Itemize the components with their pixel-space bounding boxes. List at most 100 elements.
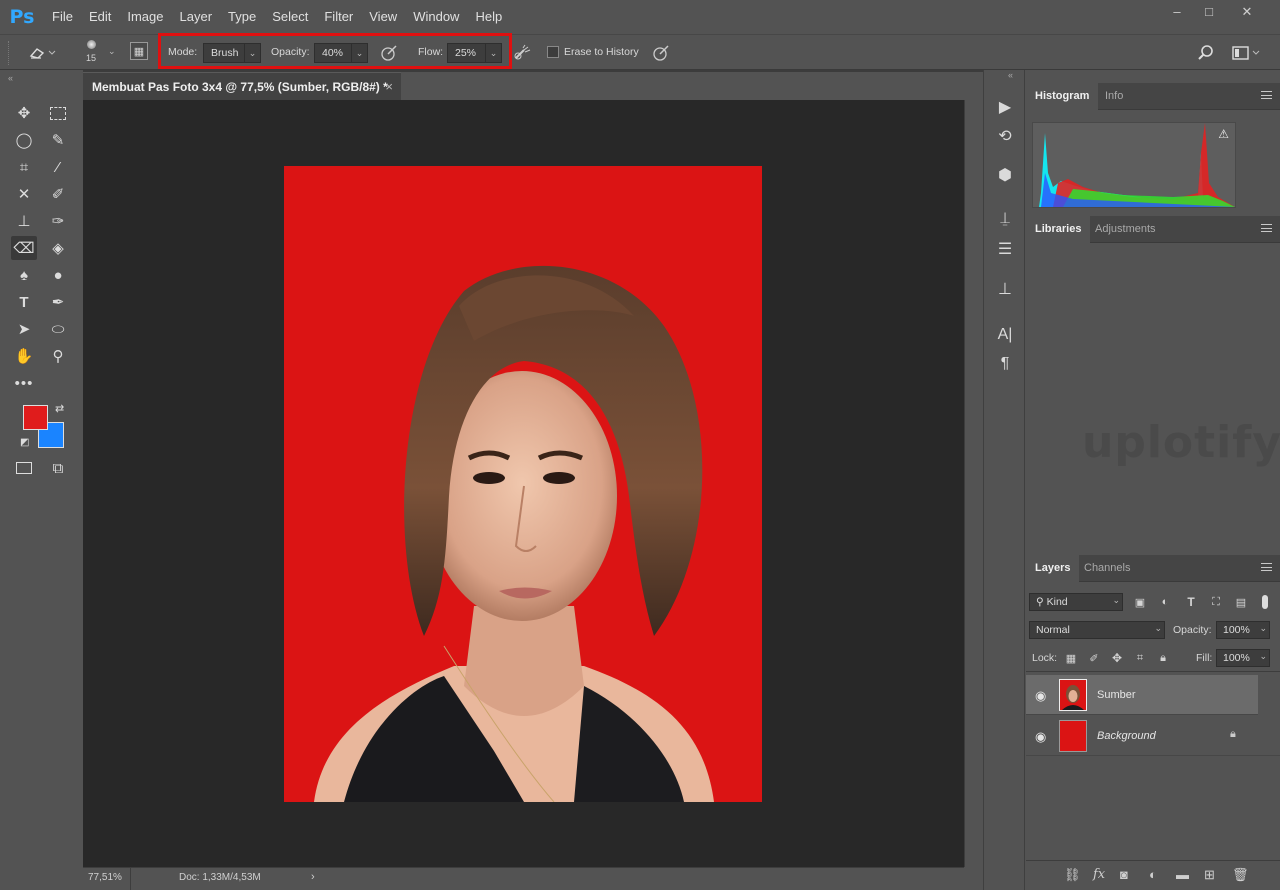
stamp-tool-icon[interactable]: ⊥ (11, 209, 37, 233)
brush-settings-icon[interactable]: ⍊ (990, 206, 1020, 232)
lock-transparency-icon[interactable]: ▦ (1064, 650, 1078, 666)
workspace-switcher-icon[interactable] (1230, 42, 1264, 64)
menu-image[interactable]: Image (119, 0, 171, 34)
type-tool-icon[interactable]: T (11, 290, 37, 314)
filter-pixel-icon[interactable]: ▣ (1133, 594, 1147, 610)
blend-mode-dropdown[interactable]: Normal ⌄ (1029, 621, 1165, 639)
menu-layer[interactable]: Layer (172, 0, 221, 34)
warning-icon[interactable]: ⚠ (1218, 127, 1229, 141)
marquee-tool-icon[interactable] (45, 101, 71, 125)
airbrush-icon[interactable] (512, 43, 534, 63)
paragraph-icon[interactable]: ¶ (990, 351, 1020, 377)
play-icon[interactable]: ▶ (990, 94, 1020, 120)
tab-layers[interactable]: Layers (1026, 555, 1080, 582)
lock-artboard-icon[interactable]: ⌗ (1133, 650, 1147, 666)
paint-bucket-tool-icon[interactable]: ◈ (45, 236, 71, 260)
properties-icon[interactable]: ☰ (990, 236, 1020, 262)
blur-tool-icon[interactable]: ♠ (11, 263, 37, 287)
layer-name[interactable]: Background (1097, 730, 1156, 742)
path-select-tool-icon[interactable]: ➤ (11, 317, 37, 341)
brush-preset-picker[interactable]: 15 ⌄ (78, 38, 116, 68)
hand-tool-icon[interactable]: ✋ (11, 344, 37, 368)
dodge-tool-icon[interactable]: ● (45, 263, 71, 287)
adjustment-layer-icon[interactable]: ◐ (1149, 867, 1157, 882)
tab-adjustments[interactable]: Adjustments (1086, 216, 1165, 243)
filter-smart-object-icon[interactable]: ▤ (1234, 594, 1248, 610)
eyedropper-tool-icon[interactable]: ⁄ (45, 155, 71, 179)
menu-file[interactable]: File (44, 0, 81, 34)
clone-source-icon[interactable]: ⊥ (990, 276, 1020, 302)
brush-panel-toggle-icon[interactable]: ▦ (130, 42, 148, 60)
layer-opacity-field[interactable]: 100% ⌄ (1216, 621, 1270, 639)
collapse-icon[interactable]: « (8, 73, 13, 83)
fx-icon[interactable]: fx (1093, 867, 1105, 882)
visibility-eye-icon[interactable]: ◉ (1035, 688, 1046, 704)
delete-layer-icon[interactable]: 🗑︎ (1232, 867, 1249, 883)
zoom-tool-icon[interactable]: ⚲ (45, 344, 71, 368)
lasso-tool-icon[interactable]: ◯ (11, 128, 37, 152)
tab-histogram[interactable]: Histogram (1026, 83, 1099, 110)
lock-all-icon[interactable]: 🔒︎ (1156, 650, 1170, 666)
add-mask-icon[interactable]: ◙ (1120, 867, 1128, 882)
tool-preset-picker[interactable] (22, 41, 62, 65)
healing-tool-icon[interactable]: ✕ (11, 182, 37, 206)
menu-type[interactable]: Type (220, 0, 264, 34)
menu-select[interactable]: Select (264, 0, 316, 34)
close-window-button[interactable]: ✕ (1237, 4, 1257, 20)
menu-edit[interactable]: Edit (81, 0, 119, 34)
new-group-icon[interactable]: ▬ (1176, 867, 1189, 882)
history-icon[interactable]: ⟲ (990, 123, 1020, 149)
lock-pixels-icon[interactable]: ✐ (1087, 650, 1101, 666)
document-tab[interactable]: Membuat Pas Foto 3x4 @ 77,5% (Sumber, RG… (83, 72, 401, 100)
filter-adjustment-icon[interactable]: ◐ (1158, 594, 1172, 610)
chevron-right-icon[interactable]: › (311, 871, 315, 883)
menu-filter[interactable]: Filter (316, 0, 361, 34)
pen-tool-icon[interactable]: ✒ (45, 290, 71, 314)
history-brush-tool-icon[interactable]: ✑ (45, 209, 71, 233)
tab-libraries[interactable]: Libraries (1026, 216, 1091, 243)
filter-shape-icon[interactable]: ⛶ (1209, 594, 1223, 610)
menu-help[interactable]: Help (467, 0, 510, 34)
menu-window[interactable]: Window (405, 0, 467, 34)
ellipse-tool-icon[interactable]: ⬭ (45, 317, 71, 341)
close-tab-icon[interactable]: × (385, 79, 393, 94)
restore-button[interactable]: □ (1199, 4, 1219, 20)
panel-menu-icon[interactable] (1261, 224, 1272, 232)
screen-mode-icon[interactable]: ⧉ (45, 456, 71, 480)
fill-field[interactable]: 100% ⌄ (1216, 649, 1270, 667)
canvas-area[interactable] (83, 100, 964, 867)
quick-mask-icon[interactable] (11, 456, 37, 480)
more-tools-icon[interactable]: ••• (11, 371, 37, 395)
new-layer-icon[interactable]: ⊞ (1204, 867, 1215, 883)
panel-menu-icon[interactable] (1261, 563, 1272, 571)
vertical-scrollbar[interactable] (964, 100, 981, 867)
minimize-button[interactable]: – (1167, 4, 1187, 20)
pressure-size-icon[interactable] (650, 43, 672, 63)
brush-tool-icon[interactable]: ✐ (45, 182, 71, 206)
layer-row-sumber[interactable]: ◉ Sumber (1026, 675, 1258, 715)
quick-select-tool-icon[interactable]: ✎ (45, 128, 71, 152)
tab-info[interactable]: Info (1096, 83, 1132, 110)
search-icon[interactable] (1195, 42, 1217, 64)
3d-icon[interactable]: ⬢ (990, 162, 1020, 188)
collapse-icon[interactable]: « (1008, 70, 1013, 80)
layer-row-background[interactable]: ◉ Background 🔒︎ (1026, 716, 1280, 756)
zoom-level[interactable]: 77,51% (83, 868, 131, 890)
erase-history-checkbox[interactable] (547, 46, 559, 58)
lock-position-icon[interactable]: ✥ (1110, 650, 1124, 666)
swap-colors-icon[interactable]: ⇄ (55, 402, 64, 415)
link-layers-icon[interactable]: ⛓ (1064, 867, 1081, 883)
filter-toggle-icon[interactable] (1260, 593, 1270, 611)
layer-name[interactable]: Sumber (1097, 689, 1136, 701)
tab-channels[interactable]: Channels (1075, 555, 1139, 582)
visibility-eye-icon[interactable]: ◉ (1035, 729, 1046, 745)
eraser-tool-icon[interactable]: ⌫ (11, 236, 37, 260)
menu-view[interactable]: View (361, 0, 405, 34)
filter-type-icon[interactable]: T (1184, 594, 1198, 610)
kind-filter-dropdown[interactable]: ⚲ Kind ⌄ (1029, 593, 1123, 611)
default-colors-icon[interactable]: ◩ (20, 437, 29, 448)
move-tool-icon[interactable]: ✥ (11, 101, 37, 125)
panel-menu-icon[interactable] (1261, 91, 1272, 99)
foreground-color-swatch[interactable] (23, 405, 48, 430)
crop-tool-icon[interactable]: ⌗ (11, 155, 37, 179)
